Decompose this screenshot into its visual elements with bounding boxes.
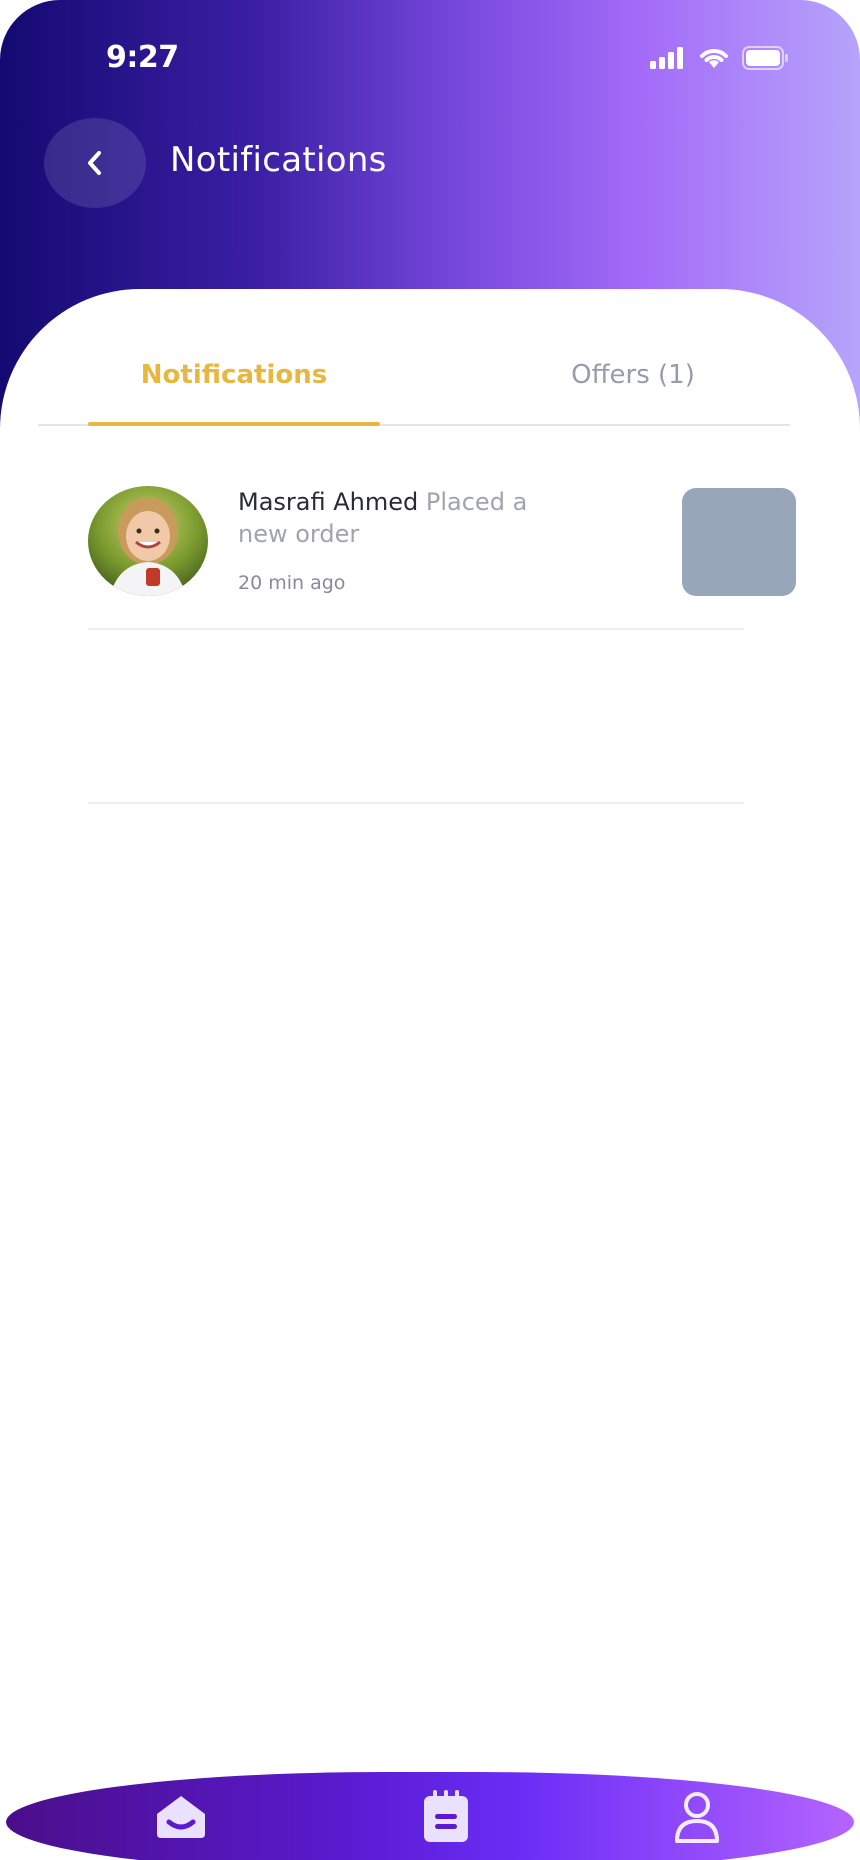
app-screen: 9:27 Notifications Notifications Offers … bbox=[0, 0, 860, 1860]
tab-offers-label: Offers (1) bbox=[571, 360, 695, 390]
notification-thumbnail[interactable] bbox=[682, 488, 796, 596]
notification-sender: Masrafi Ahmed bbox=[238, 488, 419, 516]
tab-bar: Notifications Offers (1) bbox=[38, 330, 790, 426]
back-button[interactable] bbox=[44, 118, 146, 208]
tab-offers[interactable]: Offers (1) bbox=[468, 360, 798, 422]
avatar bbox=[88, 486, 208, 596]
chevron-left-icon bbox=[88, 151, 101, 175]
notification-time: 20 min ago bbox=[238, 572, 346, 594]
wifi-icon bbox=[700, 49, 728, 68]
nav-home[interactable] bbox=[146, 1782, 216, 1852]
nav-orders[interactable] bbox=[411, 1782, 481, 1852]
home-icon bbox=[157, 1796, 205, 1838]
tab-notifications-label: Notifications bbox=[140, 360, 328, 390]
page-title: Notifications bbox=[170, 140, 387, 180]
status-bar: 9:27 bbox=[0, 0, 860, 120]
notification-item[interactable]: Masrafi Ahmed Placed a new order 20 min … bbox=[88, 486, 744, 630]
signal-icon bbox=[650, 47, 683, 69]
profile-icon bbox=[675, 1792, 719, 1843]
list-divider bbox=[88, 802, 744, 804]
active-tab-indicator bbox=[88, 422, 380, 426]
nav-profile[interactable] bbox=[662, 1782, 732, 1852]
battery-icon bbox=[742, 46, 788, 70]
status-icons bbox=[650, 46, 790, 70]
bottom-nav bbox=[6, 1772, 854, 1860]
notification-text: Masrafi Ahmed Placed a new order bbox=[238, 486, 568, 550]
orders-icon bbox=[424, 1790, 468, 1842]
tab-notifications[interactable]: Notifications bbox=[88, 360, 380, 426]
status-time: 9:27 bbox=[106, 40, 179, 75]
